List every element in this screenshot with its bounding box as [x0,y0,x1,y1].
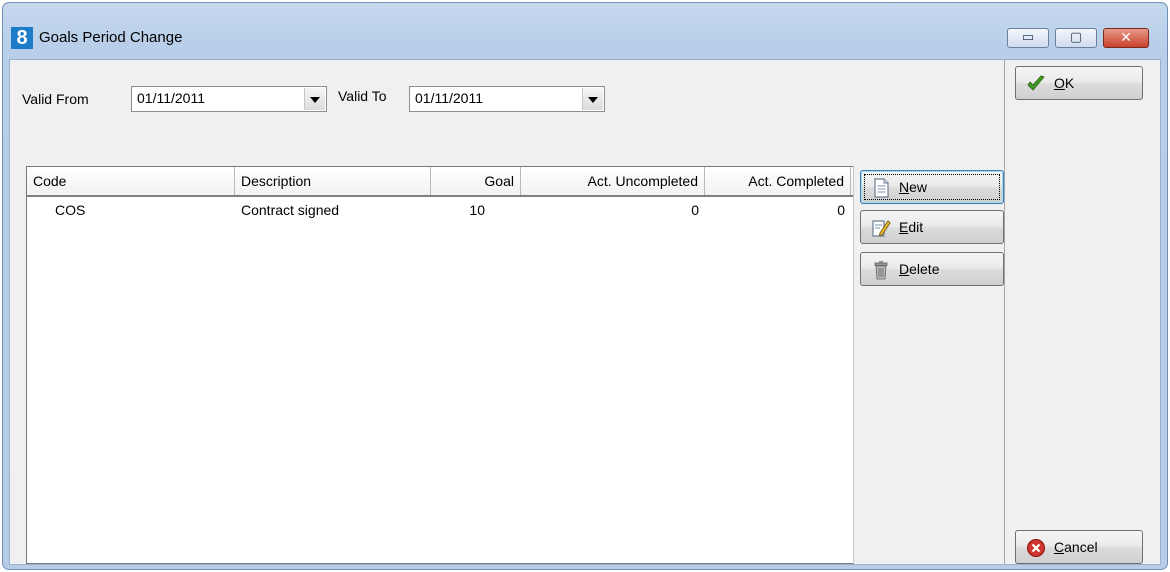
edit-button[interactable]: Edit [860,210,1004,244]
new-button[interactable]: New [860,170,1004,204]
trash-icon [874,261,888,280]
valid-to-select[interactable]: 01/11/2011 [409,86,605,112]
valid-to-dropdown-button[interactable] [582,88,603,110]
client-area: Valid From 01/11/2011 Valid To 01/11/201… [9,59,1161,565]
table-header: Code Description Goal Act. Uncompleted A… [27,167,853,197]
chevron-down-icon [310,97,320,103]
column-header-description[interactable]: Description [235,167,431,195]
right-button-panel: OK Cancel [1004,60,1160,564]
check-icon [1027,75,1045,91]
app-logo-icon: 8 [11,27,33,49]
close-button[interactable]: ✕ [1103,28,1149,48]
cancel-icon [1027,539,1045,557]
close-icon: ✕ [1120,30,1132,46]
valid-from-value: 01/11/2011 [137,90,205,106]
maximize-button[interactable]: ▢ [1055,28,1097,48]
minimize-icon: ▭ [1021,30,1035,45]
table-row[interactable]: COS Contract signed 10 0 0 [27,197,853,223]
new-button-label: New [899,179,928,195]
goals-table[interactable]: Code Description Goal Act. Uncompleted A… [26,166,854,564]
column-header-goal[interactable]: Goal [431,167,521,195]
valid-from-select[interactable]: 01/11/2011 [131,86,327,112]
delete-button-label: Delete [899,261,940,277]
minimize-button[interactable]: ▭ [1007,28,1049,48]
window-title: Goals Period Change [39,29,183,46]
cell-code: COS [55,202,86,218]
title-bar[interactable]: 8 Goals Period Change ▭ ▢ ✕ [3,3,1167,59]
ok-button[interactable]: OK [1015,66,1143,100]
new-document-icon [874,178,889,198]
ok-button-label: OK [1054,75,1075,91]
cell-act-completed: 0 [837,202,845,218]
column-header-act-completed[interactable]: Act. Completed [705,167,851,195]
cancel-button[interactable]: Cancel [1015,530,1143,564]
chevron-down-icon [588,97,598,103]
column-header-code[interactable]: Code [27,167,235,195]
cell-act-uncompleted: 0 [691,202,699,218]
maximize-icon: ▢ [1069,30,1083,45]
column-header-act-uncompleted[interactable]: Act. Uncompleted [521,167,705,195]
valid-to-value: 01/11/2011 [415,90,483,106]
dialog-window: 8 Goals Period Change ▭ ▢ ✕ Valid From 0… [2,2,1168,570]
edit-document-icon [872,220,891,237]
valid-from-dropdown-button[interactable] [304,88,325,110]
cell-goal: 10 [469,202,485,218]
delete-button[interactable]: Delete [860,252,1004,286]
cell-description: Contract signed [241,202,340,218]
cancel-button-label: Cancel [1054,539,1098,555]
valid-to-label: Valid To [338,88,387,104]
valid-from-label: Valid From [22,91,89,107]
edit-button-label: Edit [899,219,924,235]
